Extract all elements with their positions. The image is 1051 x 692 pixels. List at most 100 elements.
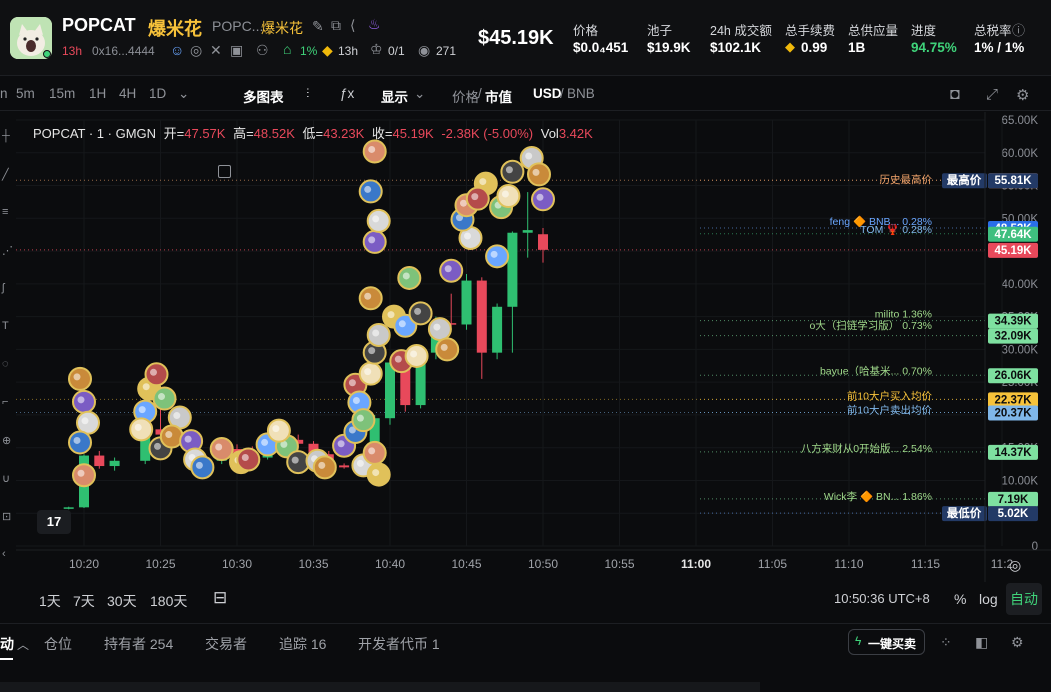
legend-close: 45.19K [392, 126, 434, 141]
avatar-face-icon [372, 329, 380, 337]
tab-traders[interactable]: 交易者 [205, 634, 247, 654]
token-address[interactable]: 0x16...4444 [92, 44, 155, 58]
tab-settings-icon[interactable]: ⚙ [1011, 634, 1024, 651]
range-30d[interactable]: 30天 [107, 591, 137, 611]
ratio: 0/1 [388, 44, 405, 58]
candlestick-chart[interactable]: 65.00K60.00K55.00K50.00K45.00K40.00K35.0… [0, 112, 1051, 582]
lightning-icon: ϟ [855, 634, 862, 648]
token-age-2: 13h [338, 44, 359, 58]
price-tag-label: 45.19K [994, 245, 1032, 257]
range-180d[interactable]: 180天 [150, 591, 187, 611]
camera-icon[interactable]: ◘ [950, 86, 960, 104]
price-tag-label: 22.37K [994, 394, 1032, 406]
search-image-icon[interactable]: ▣ [230, 42, 243, 59]
legend-vol: 3.42K [558, 126, 593, 141]
x-tick-label: 10:50 [528, 557, 558, 571]
trader-avatar-icon [68, 430, 92, 455]
trader-avatar-icon [152, 386, 177, 411]
stat-value: 1B [848, 40, 866, 55]
clock[interactable]: 10:50:36 UTC+8 [834, 591, 930, 606]
range-7d[interactable]: 7天 [73, 591, 95, 611]
date-range-icon[interactable]: ⊟ [213, 588, 227, 608]
legend-open: 47.57K [184, 126, 226, 141]
avatar-face-icon [261, 438, 269, 446]
avatar-face-icon [165, 431, 173, 439]
token-logo [10, 17, 52, 59]
mcap-toggle[interactable]: 市值 [485, 86, 512, 106]
candle-type-icon[interactable]: ⫶ [306, 86, 309, 102]
trader-avatar-icon [266, 418, 291, 443]
share-icon[interactable]: ⟨ [350, 17, 355, 34]
trader-avatar-icon [144, 362, 169, 387]
avatar-face-icon [372, 469, 380, 477]
percent-toggle[interactable]: % [954, 591, 966, 607]
token-age: 13h [62, 44, 83, 58]
quick-buy-button[interactable]: ϟ 一键买卖 [848, 629, 925, 655]
candle-body [476, 280, 487, 353]
interval-5m[interactable]: 5m [16, 86, 35, 101]
multi-chart-label[interactable]: 多图表 [243, 86, 284, 106]
chart-area[interactable]: ┼ ╱ ≡ ⋰ ʃ T ◌ ⌐ ⊕ ∪ ⊡ ‹ 65.00K60.00K55.0… [0, 112, 1051, 582]
interval-15m[interactable]: 15m [49, 86, 75, 101]
trader-avatar-icon [358, 179, 383, 204]
level-annotation: 前10大户买入均价 [847, 390, 933, 403]
stat-value: 0.99 [801, 40, 828, 55]
flame-icon: ♨ [368, 16, 381, 32]
x-tick-label: 10:20 [69, 557, 99, 571]
trader-avatar-icon [312, 455, 337, 480]
user-icon[interactable]: ☺ [170, 42, 184, 58]
avatar-face-icon [215, 443, 223, 451]
tab-activity[interactable]: 动 [0, 634, 14, 654]
trader-avatar-icon [408, 301, 433, 326]
avatar-face-icon [471, 193, 479, 201]
tab-tracking[interactable]: 追踪 16 [279, 634, 326, 654]
interval-partial[interactable]: n [0, 86, 8, 101]
tab-positions[interactable]: 仓位 [44, 634, 72, 654]
tab-holders[interactable]: 持有者 254 [104, 634, 173, 654]
avatar-face-icon [158, 393, 165, 401]
fullscreen-icon[interactable]: ⤢ [986, 86, 998, 103]
trader-avatar-icon [362, 440, 387, 465]
chevron-down-icon[interactable]: ⌄ [178, 86, 189, 102]
bubble-icon[interactable]: ⁘ [940, 634, 952, 651]
avatar-face-icon [444, 265, 452, 273]
bnb-toggle[interactable]: BNB [567, 86, 595, 101]
y-tick-label: 30.00K [1002, 344, 1039, 356]
avatar-face-icon [184, 435, 192, 443]
y-tick-label: 0 [1032, 541, 1038, 553]
range-1d[interactable]: 1天 [39, 591, 61, 611]
trader-avatar-icon [236, 447, 261, 472]
candle-body [94, 455, 105, 467]
help-icon[interactable]: ⓘ [1012, 20, 1025, 39]
interval-1d[interactable]: 1D [149, 86, 166, 101]
legend-high: 48.52K [253, 126, 295, 141]
indicator-icon[interactable]: ƒx [340, 86, 354, 101]
tab-chevron-icon[interactable]: ︿ [17, 636, 29, 653]
tradingview-logo[interactable]: 17 [37, 510, 71, 534]
tab-dev-tokens[interactable]: 开发者代币 1 [358, 634, 440, 654]
display-chevron-icon[interactable]: ⌄ [414, 86, 425, 102]
edit-icon[interactable]: ✎ [312, 18, 324, 35]
legend-high-label: 高= [233, 126, 254, 141]
copy-icon[interactable]: ⧉ [331, 17, 341, 34]
auto-toggle[interactable]: 自动 [1006, 583, 1042, 615]
trader-avatar-icon [362, 139, 387, 164]
x-tick-label: 10:25 [145, 557, 175, 571]
display-menu[interactable]: 显示 [381, 86, 408, 106]
views: 271 [436, 44, 457, 58]
twitter-icon[interactable]: ✕ [210, 42, 222, 59]
panel-icon[interactable]: ◧ [975, 634, 988, 651]
people-icon[interactable]: ⚇ [256, 42, 269, 59]
price-toggle[interactable]: 价格 [452, 86, 479, 106]
usd-toggle[interactable]: USD [533, 86, 562, 101]
log-toggle[interactable]: log [979, 591, 998, 607]
trader-avatar-icon [427, 317, 452, 342]
interval-1h[interactable]: 1H [89, 86, 106, 101]
settings-icon[interactable]: ⚙ [1016, 86, 1029, 104]
trader-avatar-icon [209, 437, 234, 462]
target-icon[interactable]: ◎ [1009, 557, 1021, 574]
interval-4h[interactable]: 4H [119, 86, 136, 101]
token-ticker: POPCAT [62, 15, 136, 35]
avatar-face-icon [501, 190, 509, 198]
globe-icon[interactable]: ◎ [190, 42, 202, 59]
